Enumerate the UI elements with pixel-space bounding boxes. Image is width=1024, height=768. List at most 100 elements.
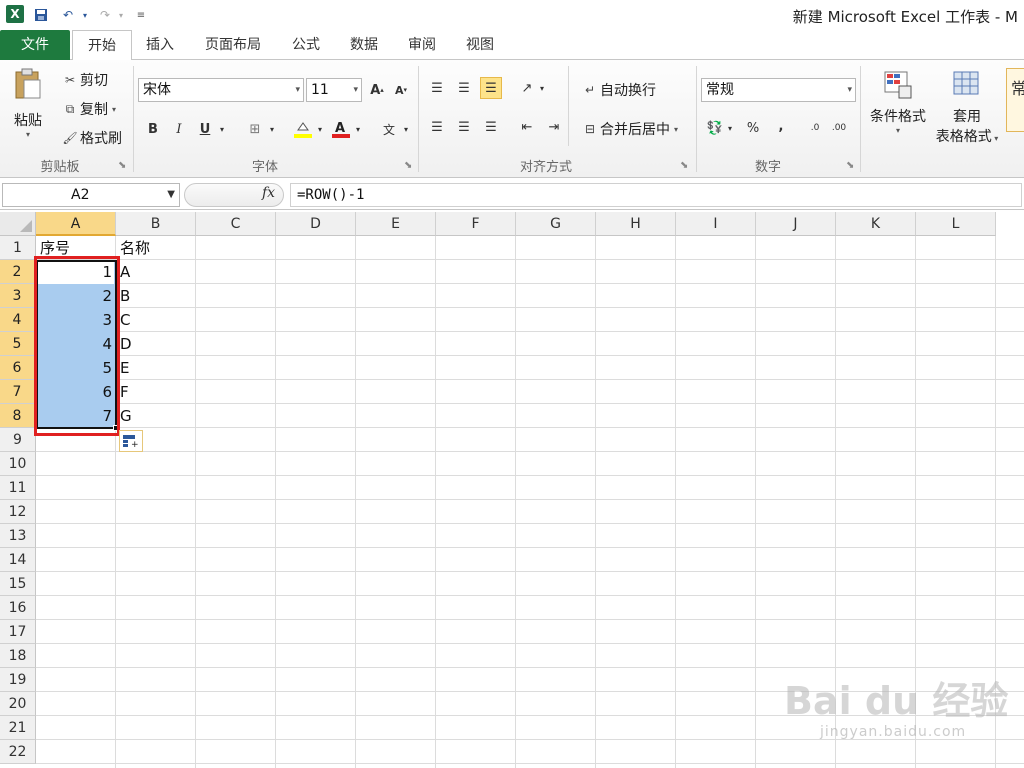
row-header-21[interactable]: 21 bbox=[0, 716, 36, 740]
align-middle-icon[interactable]: ☰ bbox=[453, 77, 475, 99]
alignment-launcher-icon[interactable]: ⬊ bbox=[680, 160, 688, 171]
excel-logo-icon[interactable]: X bbox=[6, 5, 24, 23]
row-header-8[interactable]: 8 bbox=[0, 404, 36, 428]
select-all-corner[interactable] bbox=[0, 212, 36, 236]
underline-dropdown-icon[interactable]: ▾ bbox=[216, 118, 228, 140]
orientation-dropdown-icon[interactable]: ▾ bbox=[536, 77, 548, 99]
grow-font-icon[interactable]: A ▴ bbox=[366, 79, 388, 101]
chevron-down-icon[interactable]: ▾ bbox=[992, 134, 998, 143]
undo-dropdown-icon[interactable]: ▾ bbox=[80, 6, 90, 24]
column-header-e[interactable]: E bbox=[356, 212, 436, 236]
undo-icon[interactable]: ↶ bbox=[58, 6, 78, 24]
merge-center-button[interactable]: ⊟ 合并后居中 ▾ bbox=[580, 119, 678, 139]
cell-styles-button[interactable]: 常 bbox=[1006, 68, 1024, 132]
row-header-13[interactable]: 13 bbox=[0, 524, 36, 548]
font-name-combo[interactable]: 宋体 ▾ bbox=[138, 78, 304, 102]
font-launcher-icon[interactable]: ⬊ bbox=[404, 160, 412, 171]
column-header-h[interactable]: H bbox=[596, 212, 676, 236]
column-header-l[interactable]: L bbox=[916, 212, 996, 236]
chevron-down-icon[interactable]: ▼ bbox=[167, 184, 175, 206]
fill-color-icon[interactable] bbox=[292, 118, 314, 140]
decrease-decimal-icon[interactable]: .00 bbox=[828, 117, 850, 139]
orientation-icon[interactable]: ↗ bbox=[516, 77, 538, 99]
save-icon[interactable] bbox=[32, 6, 50, 24]
align-right-icon[interactable]: ☰ bbox=[480, 116, 502, 138]
font-color-dropdown-icon[interactable]: ▾ bbox=[352, 118, 364, 140]
increase-decimal-icon[interactable]: .0 bbox=[804, 117, 826, 139]
phonetic-dropdown-icon[interactable]: ▾ bbox=[400, 118, 412, 140]
bold-button[interactable]: B bbox=[142, 118, 164, 140]
formula-input[interactable]: =ROW()-1 bbox=[290, 183, 1022, 207]
phonetic-icon[interactable]: 文 bbox=[378, 118, 400, 140]
paste-dropdown-icon[interactable]: ▾ bbox=[26, 130, 30, 139]
underline-button[interactable]: U bbox=[194, 118, 216, 140]
tab-data[interactable]: 数据 bbox=[344, 30, 384, 60]
font-size-combo[interactable]: 11 ▾ bbox=[306, 78, 362, 102]
copy-dropdown-icon[interactable]: ▾ bbox=[112, 105, 116, 114]
row-header-11[interactable]: 11 bbox=[0, 476, 36, 500]
format-painter-button[interactable]: 🖌 格式刷 bbox=[60, 128, 122, 148]
comma-button[interactable]: , bbox=[770, 115, 792, 137]
accounting-format-icon[interactable]: 💱 bbox=[704, 117, 726, 139]
align-center-icon[interactable]: ☰ bbox=[453, 116, 475, 138]
column-header-i[interactable]: I bbox=[676, 212, 756, 236]
column-header-b[interactable]: B bbox=[116, 212, 196, 236]
row-header-19[interactable]: 19 bbox=[0, 668, 36, 692]
chevron-down-icon[interactable]: ▾ bbox=[847, 79, 852, 101]
wrap-text-button[interactable]: ↵ 自动换行 bbox=[580, 80, 656, 100]
row-header-20[interactable]: 20 bbox=[0, 692, 36, 716]
tab-file[interactable]: 文件 bbox=[0, 30, 70, 60]
accounting-dropdown-icon[interactable]: ▾ bbox=[724, 117, 736, 139]
border-dropdown-icon[interactable]: ▾ bbox=[266, 118, 278, 140]
align-left-icon[interactable]: ☰ bbox=[426, 116, 448, 138]
row-header-17[interactable]: 17 bbox=[0, 620, 36, 644]
align-bottom-icon[interactable]: ☰ bbox=[480, 77, 502, 99]
paste-button[interactable]: 粘贴 ▾ bbox=[10, 68, 46, 139]
row-header-6[interactable]: 6 bbox=[0, 356, 36, 380]
column-header-k[interactable]: K bbox=[836, 212, 916, 236]
italic-button[interactable]: I bbox=[168, 118, 190, 140]
row-header-22[interactable]: 22 bbox=[0, 740, 36, 764]
clipboard-launcher-icon[interactable]: ⬊ bbox=[118, 160, 126, 171]
conditional-format-button[interactable]: 条件格式 ▾ bbox=[866, 70, 930, 135]
name-box[interactable]: A2 ▼ bbox=[2, 183, 180, 207]
chevron-down-icon[interactable]: ▾ bbox=[295, 79, 300, 101]
chevron-down-icon[interactable]: ▾ bbox=[353, 79, 358, 101]
number-format-combo[interactable]: 常规 ▾ bbox=[701, 78, 856, 102]
column-header-j[interactable]: J bbox=[756, 212, 836, 236]
row-header-14[interactable]: 14 bbox=[0, 548, 36, 572]
decrease-indent-icon[interactable]: ⇤ bbox=[516, 116, 538, 138]
row-header-2[interactable]: 2 bbox=[0, 260, 36, 284]
merge-dropdown-icon[interactable]: ▾ bbox=[674, 125, 678, 134]
tab-formulas[interactable]: 公式 bbox=[286, 30, 326, 60]
column-header-g[interactable]: G bbox=[516, 212, 596, 236]
percent-button[interactable]: % bbox=[742, 117, 764, 139]
cell-b1[interactable]: 名称 bbox=[116, 236, 150, 260]
copy-button[interactable]: ⧉ 复制 ▾ bbox=[60, 99, 116, 119]
row-header-10[interactable]: 10 bbox=[0, 452, 36, 476]
row-header-12[interactable]: 12 bbox=[0, 500, 36, 524]
format-as-table-button[interactable]: 套用 表格格式 ▾ bbox=[934, 70, 1000, 146]
font-color-icon[interactable]: A bbox=[330, 118, 352, 140]
row-header-1[interactable]: 1 bbox=[0, 236, 36, 260]
column-header-a[interactable]: A bbox=[36, 212, 116, 236]
number-launcher-icon[interactable]: ⬊ bbox=[846, 160, 854, 171]
row-header-3[interactable]: 3 bbox=[0, 284, 36, 308]
row-header-4[interactable]: 4 bbox=[0, 308, 36, 332]
tab-review[interactable]: 审阅 bbox=[402, 30, 442, 60]
conditional-dropdown-icon[interactable]: ▾ bbox=[896, 126, 900, 135]
insert-function-icon[interactable]: fx bbox=[262, 185, 275, 201]
fill-color-dropdown-icon[interactable]: ▾ bbox=[314, 118, 326, 140]
row-header-7[interactable]: 7 bbox=[0, 380, 36, 404]
column-header-c[interactable]: C bbox=[196, 212, 276, 236]
tab-insert[interactable]: 插入 bbox=[140, 30, 180, 60]
increase-indent-icon[interactable]: ⇥ bbox=[543, 116, 565, 138]
redo-icon[interactable]: ↷ bbox=[96, 6, 114, 24]
tab-view[interactable]: 视图 bbox=[460, 30, 500, 60]
row-header-18[interactable]: 18 bbox=[0, 644, 36, 668]
row-header-15[interactable]: 15 bbox=[0, 572, 36, 596]
column-header-d[interactable]: D bbox=[276, 212, 356, 236]
row-header-9[interactable]: 9 bbox=[0, 428, 36, 452]
column-header-f[interactable]: F bbox=[436, 212, 516, 236]
autofill-options-icon[interactable]: + bbox=[119, 430, 143, 452]
